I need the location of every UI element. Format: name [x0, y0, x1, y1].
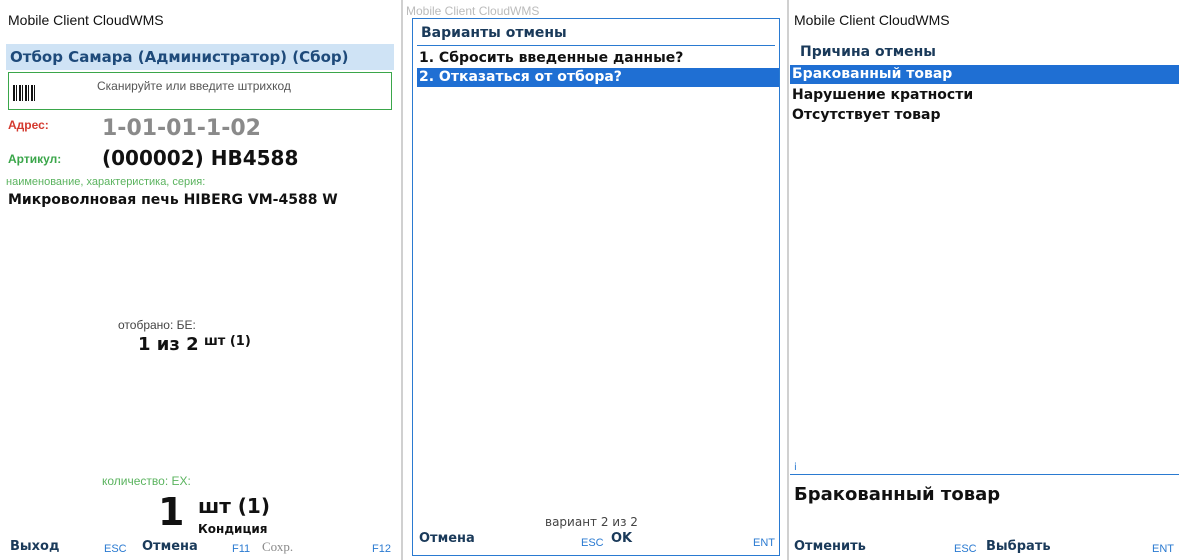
- footer-bar: Выход ESC Отмена F11 Сохр. F12: [0, 536, 400, 560]
- screen-divider: [787, 0, 789, 560]
- condition-label: Кондиция: [198, 522, 268, 536]
- barcode-placeholder: Сканируйте или введите штрихкод: [97, 79, 291, 93]
- select-button[interactable]: Выбрать: [986, 539, 1051, 554]
- picked-value: 1 из 2: [138, 334, 199, 355]
- article-label: Артикул:: [8, 152, 62, 166]
- app-title: Mobile Client CloudWMS: [8, 12, 164, 28]
- info-divider: [790, 474, 1179, 475]
- dialog-cancel-button[interactable]: Отмена: [419, 531, 475, 546]
- barcode-icon: [13, 85, 35, 101]
- cancel-button[interactable]: Отмена: [142, 539, 198, 554]
- dialog-title: Варианты отмены: [421, 25, 567, 41]
- cancel-key-hint: F11: [232, 543, 251, 555]
- select-key-hint: ENT: [1152, 543, 1174, 555]
- save-button[interactable]: Сохр.: [262, 539, 293, 555]
- address-value: 1-01-01-1-02: [102, 116, 261, 141]
- page-title: Отбор Самара (Администратор) (Сбор): [6, 44, 394, 70]
- info-icon: i: [794, 462, 797, 473]
- option-reset[interactable]: 1. Сбросить введенные данные?: [417, 49, 779, 68]
- reason-item-defective[interactable]: Бракованный товар: [790, 65, 1179, 84]
- cancel-reason-key-hint: ESC: [954, 543, 977, 555]
- dialog-divider: [417, 45, 775, 46]
- cancel-reason-button[interactable]: Отменить: [794, 539, 866, 554]
- exit-button[interactable]: Выход: [10, 539, 59, 554]
- picking-screen: Mobile Client CloudWMS Отбор Самара (Адм…: [0, 0, 400, 560]
- footer-bar: Отменить ESC Выбрать ENT: [790, 536, 1179, 560]
- reason-item-multiplicity[interactable]: Нарушение кратности: [790, 86, 1179, 105]
- cancel-options-dialog: Варианты отмены 1. Сбросить введенные да…: [412, 18, 780, 556]
- app-title: Mobile Client CloudWMS: [794, 12, 950, 28]
- ok-button[interactable]: OK: [611, 531, 632, 546]
- ok-key-hint: ENT: [753, 537, 775, 549]
- reason-item-missing[interactable]: Отсутствует товар: [790, 106, 1179, 125]
- picked-label: отобрано: БЕ:: [118, 318, 196, 332]
- picked-unit: шт (1): [204, 334, 251, 349]
- article-value: (000002) HB4588: [102, 146, 299, 170]
- option-counter: вариант 2 из 2: [545, 515, 638, 529]
- quantity-value[interactable]: 1: [158, 490, 184, 534]
- cancel-reason-screen: Mobile Client CloudWMS Причина отмены Бр…: [790, 0, 1179, 560]
- exit-key-hint: ESC: [104, 543, 127, 555]
- option-abort-picking[interactable]: 2. Отказаться от отбора?: [417, 68, 779, 87]
- app-title-ghost: Mobile Client CloudWMS: [406, 4, 540, 18]
- save-key-hint: F12: [372, 543, 391, 555]
- dialog-cancel-key-hint: ESC: [581, 537, 604, 549]
- selected-reason-text: Бракованный товар: [794, 484, 1001, 505]
- name-hint: наименование, характеристика, серия:: [6, 176, 206, 188]
- product-name: Микроволновая печь HIBERG VM-4588 W: [8, 192, 338, 208]
- barcode-input[interactable]: Сканируйте или введите штрихкод: [8, 72, 392, 110]
- screen-divider: [401, 0, 403, 560]
- cancel-options-screen: Mobile Client CloudWMS Варианты отмены 1…: [404, 0, 786, 560]
- reason-title: Причина отмены: [800, 44, 936, 60]
- address-label: Адрес:: [8, 118, 49, 132]
- quantity-label: количество: ЕХ:: [102, 474, 191, 488]
- quantity-unit: шт (1): [198, 494, 270, 518]
